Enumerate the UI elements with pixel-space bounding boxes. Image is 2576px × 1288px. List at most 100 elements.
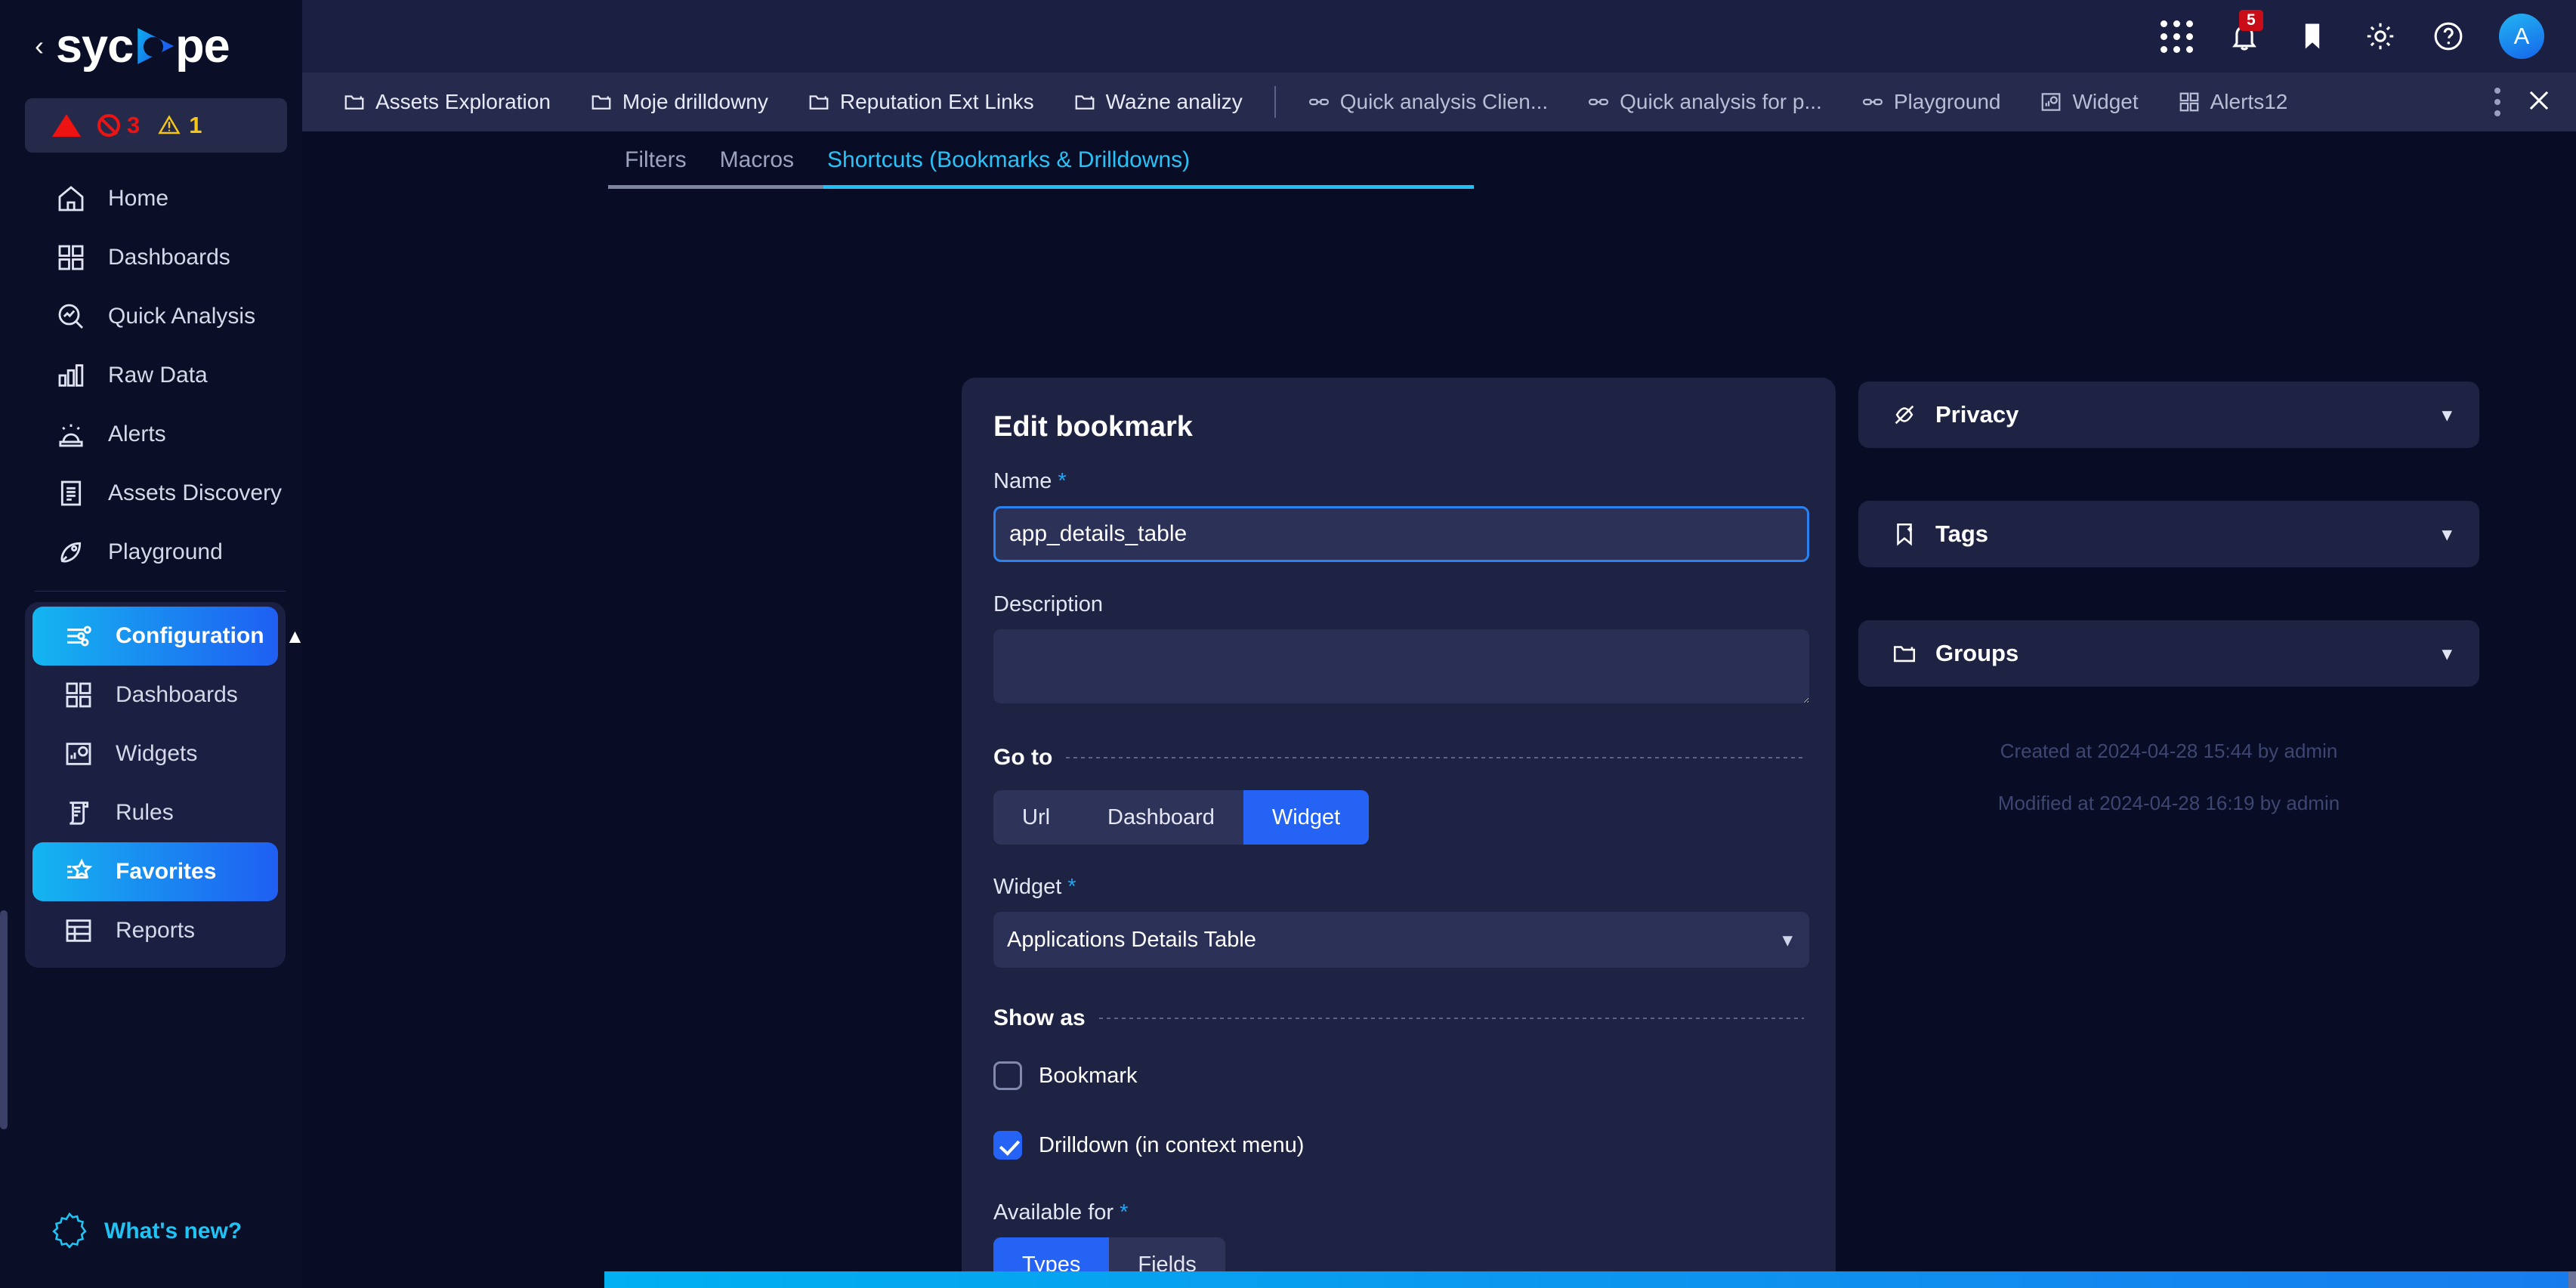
sliders-icon bbox=[63, 620, 94, 652]
sidebar-item-raw-data[interactable]: Raw Data bbox=[25, 346, 286, 405]
description-input[interactable] bbox=[993, 629, 1809, 703]
sidebar: ‹ syc pe 3 1 Home Dashboards Quick Analy… bbox=[0, 0, 302, 1288]
showas-section-header: Show as bbox=[993, 1005, 1804, 1031]
tab-assets-exploration[interactable]: Assets Exploration bbox=[323, 73, 570, 131]
horizontal-scrollbar[interactable] bbox=[2568, 1271, 2576, 1288]
sidebar-label: Rules bbox=[116, 800, 174, 825]
warning-alert-badge[interactable]: 1 bbox=[156, 112, 202, 139]
content-area: Edit bookmark Name * Description Go to U… bbox=[302, 189, 2576, 1288]
accordion-privacy[interactable]: Privacy ▾ bbox=[1858, 381, 2479, 448]
accordion-label: Privacy bbox=[1935, 401, 2019, 428]
link-icon bbox=[1308, 91, 1330, 113]
whats-new-label: What's new? bbox=[104, 1219, 242, 1243]
goto-option-dashboard[interactable]: Dashboard bbox=[1079, 790, 1243, 845]
tab-bar: Assets Exploration Moje drilldowny Reput… bbox=[302, 73, 2576, 131]
checkbox-box[interactable] bbox=[993, 1131, 1022, 1160]
tab-alerts12[interactable]: Alerts12 bbox=[2158, 73, 2308, 131]
home-icon bbox=[55, 183, 87, 215]
tab-reputation-ext-links[interactable]: Reputation Ext Links bbox=[788, 73, 1054, 131]
rocket-icon bbox=[55, 536, 87, 568]
widget-chart-icon bbox=[2040, 91, 2062, 113]
apps-grid-icon[interactable] bbox=[2159, 19, 2194, 54]
record-metadata: Created at 2024-04-28 15:44 by admin Mod… bbox=[1858, 740, 2479, 815]
sidebar-scrollbar[interactable] bbox=[0, 910, 8, 1129]
sidebar-item-home[interactable]: Home bbox=[25, 169, 286, 228]
tab-moje-drilldowny[interactable]: Moje drilldowny bbox=[570, 73, 788, 131]
checkbox-drilldown[interactable]: Drilldown (in context menu) bbox=[993, 1120, 1804, 1170]
kebab-menu-icon[interactable] bbox=[2485, 79, 2510, 125]
sidebar-label: Assets Discovery bbox=[108, 480, 283, 505]
widget-label: Widget * bbox=[993, 875, 1804, 900]
sidebar-label: Playground bbox=[108, 539, 223, 564]
sidebar-item-config-reports[interactable]: Reports bbox=[32, 901, 278, 960]
chevron-down-icon[interactable]: ▾ bbox=[2442, 403, 2452, 427]
avatar[interactable]: A bbox=[2499, 14, 2544, 59]
critical-alert-badge[interactable] bbox=[52, 114, 81, 137]
sidebar-item-config-widgets[interactable]: Widgets bbox=[32, 724, 278, 783]
tab-quick-analysis-for-p[interactable]: Quick analysis for p... bbox=[1568, 73, 1842, 131]
brand-logo[interactable]: ‹ syc pe bbox=[0, 0, 302, 92]
tab-label: Playground bbox=[1893, 90, 2001, 113]
question-circle-icon[interactable] bbox=[2431, 19, 2466, 54]
sidebar-item-config-rules[interactable]: Rules bbox=[32, 783, 278, 842]
widget-chart-icon bbox=[63, 738, 94, 770]
sidebar-item-playground[interactable]: Playground bbox=[25, 523, 286, 582]
brand-name: syc pe bbox=[56, 20, 230, 73]
tab-label: Reputation Ext Links bbox=[839, 90, 1034, 113]
goto-option-widget[interactable]: Widget bbox=[1243, 790, 1370, 845]
required-asterisk: * bbox=[1120, 1200, 1129, 1225]
sidebar-item-dashboards[interactable]: Dashboards bbox=[25, 228, 286, 287]
name-input[interactable] bbox=[993, 506, 1809, 562]
sidebar-item-quick-analysis[interactable]: Quick Analysis bbox=[25, 287, 286, 346]
bar-chart-icon bbox=[55, 360, 87, 391]
available-for-label-text: Available for bbox=[993, 1200, 1114, 1225]
checkbox-bookmark[interactable]: Bookmark bbox=[993, 1051, 1804, 1101]
chevron-left-icon[interactable]: ‹ bbox=[35, 32, 44, 60]
warning-triangle-icon bbox=[156, 114, 182, 137]
sidebar-label: Configuration bbox=[116, 623, 264, 648]
folder-icon bbox=[590, 91, 613, 113]
widget-label-text: Widget bbox=[993, 875, 1062, 899]
sidebar-item-assets-discovery[interactable]: Assets Discovery bbox=[25, 464, 286, 523]
required-asterisk: * bbox=[1058, 469, 1067, 493]
tab-quick-analysis-client[interactable]: Quick analysis Clien... bbox=[1288, 73, 1568, 131]
accordion-groups[interactable]: Groups ▾ bbox=[1858, 620, 2479, 687]
star-list-icon bbox=[63, 856, 94, 888]
subtab-filters[interactable]: Filters bbox=[608, 147, 703, 173]
alerts-summary[interactable]: 3 1 bbox=[25, 98, 287, 153]
sidebar-item-config-dashboards[interactable]: Dashboards bbox=[32, 666, 278, 724]
grid-icon bbox=[2178, 91, 2201, 113]
sidebar-label: Dashboards bbox=[108, 245, 230, 270]
accordion-tags[interactable]: Tags ▾ bbox=[1858, 501, 2479, 567]
bookmark-icon[interactable] bbox=[2295, 19, 2330, 54]
gear-icon[interactable] bbox=[2363, 19, 2398, 54]
tab-widget[interactable]: Widget bbox=[2020, 73, 2157, 131]
sidebar-config-group: Configuration ▲ Dashboards Widgets Rules bbox=[25, 602, 302, 968]
chevron-down-icon[interactable]: ▾ bbox=[2442, 642, 2452, 666]
sidebar-item-config-favorites[interactable]: Favorites bbox=[32, 842, 278, 901]
sidebar-item-configuration[interactable]: Configuration ▲ bbox=[32, 607, 302, 666]
bell-icon[interactable]: 5 bbox=[2227, 10, 2263, 54]
goto-section-header: Go to bbox=[993, 745, 1804, 771]
subtab-shortcuts[interactable]: Shortcuts (Bookmarks & Drilldowns) bbox=[811, 147, 1206, 173]
blocked-alert-badge[interactable]: 3 bbox=[97, 112, 140, 139]
bottom-accent-bar bbox=[604, 1271, 2576, 1288]
whats-new-button[interactable]: What's new? bbox=[0, 1175, 302, 1288]
tab-wazne-analizy[interactable]: Ważne analizy bbox=[1054, 73, 1262, 131]
subtab-macros[interactable]: Macros bbox=[703, 147, 811, 173]
widget-select[interactable]: Applications Details Table ▾ bbox=[993, 912, 1809, 968]
chevron-down-icon[interactable]: ▾ bbox=[2442, 523, 2452, 546]
checkbox-box[interactable] bbox=[993, 1061, 1022, 1090]
accordion-label: Groups bbox=[1935, 640, 2019, 666]
close-icon[interactable] bbox=[2525, 86, 2553, 119]
red-triangle-icon bbox=[52, 114, 81, 137]
sidebar-label: Quick Analysis bbox=[108, 304, 256, 329]
sidebar-label: Widgets bbox=[116, 741, 198, 766]
goto-option-url[interactable]: Url bbox=[993, 790, 1079, 845]
folder-icon bbox=[808, 91, 830, 113]
tab-label: Widget bbox=[2072, 90, 2139, 113]
sidebar-item-alerts[interactable]: Alerts bbox=[25, 405, 286, 464]
chevron-up-icon[interactable]: ▲ bbox=[286, 625, 302, 648]
page-title: Edit bookmark bbox=[993, 411, 1193, 443]
tab-playground[interactable]: Playground bbox=[1842, 73, 2021, 131]
